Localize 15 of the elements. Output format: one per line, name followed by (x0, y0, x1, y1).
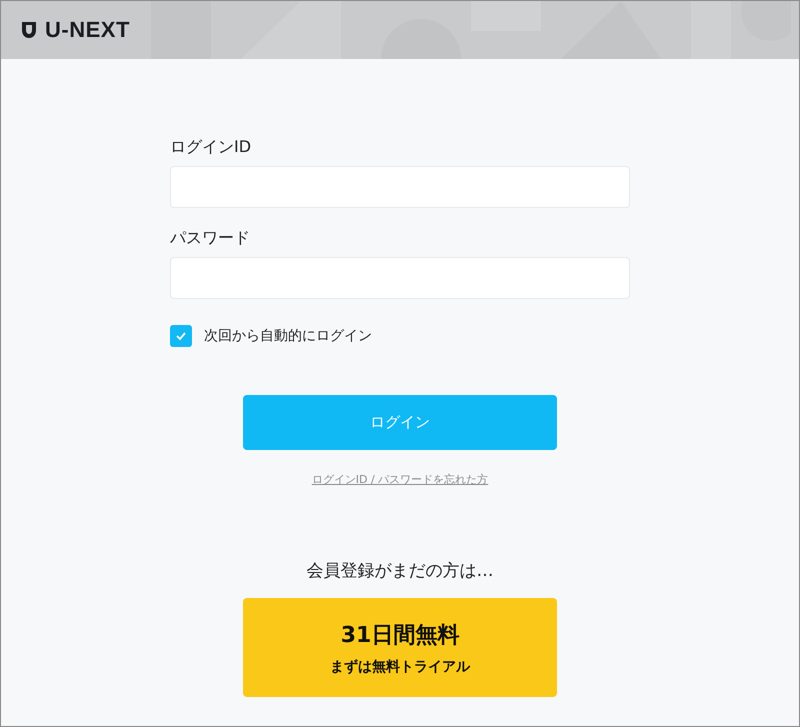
signup-prompt: 会員登録がまだの方は… (306, 560, 494, 582)
trial-title: 31日間無料 (340, 622, 460, 650)
forgot-link[interactable]: ログインID / パスワードを忘れた方 (312, 472, 488, 487)
field-label: ログインID (170, 137, 252, 158)
shield-logo-icon (21, 21, 37, 39)
checkbox[interactable] (170, 325, 192, 347)
trial-button[interactable]: 31日間無料 まずは無料トライアル (243, 598, 557, 697)
checkbox-label: 次回から自動的にログイン (204, 327, 372, 345)
logo-text: U-NEXT (45, 17, 130, 43)
login-button[interactable]: ログイン (243, 395, 557, 450)
input-field[interactable] (170, 257, 630, 299)
checkmark-icon (175, 331, 187, 341)
field-label: パスワード (170, 228, 250, 249)
trial-subtitle: まずは無料トライアル (330, 658, 470, 676)
input-field[interactable] (170, 166, 630, 208)
